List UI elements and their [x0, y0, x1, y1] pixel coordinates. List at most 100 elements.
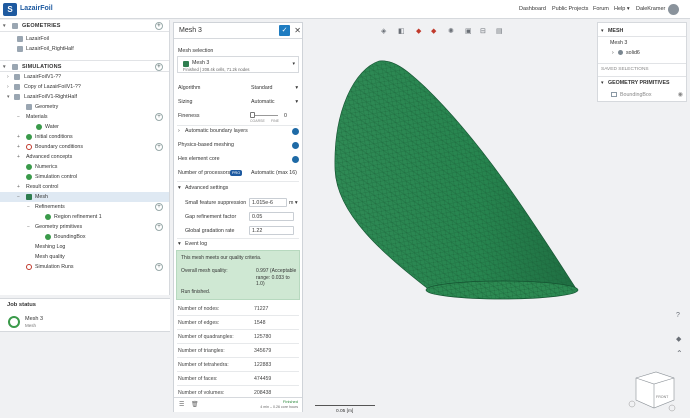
wing-3d-model[interactable] — [315, 55, 585, 305]
algorithm-select[interactable]: Standard — [251, 85, 273, 91]
hex-core-toggle[interactable] — [292, 156, 299, 163]
simulation-icon — [14, 84, 20, 90]
sfs-input[interactable]: 1.015e-6 — [249, 198, 287, 207]
confirm-button[interactable]: ✓ — [279, 25, 290, 36]
advanced-settings-header[interactable]: Advanced settings — [185, 185, 228, 191]
tree-geometry-righthalf[interactable]: LazairFoil_RightHalf — [0, 44, 169, 54]
scale-label: 0.05 [m] — [336, 409, 354, 414]
add-primitive-icon[interactable]: + — [155, 223, 163, 231]
tree-initial-conditions[interactable]: + Initial conditions — [0, 132, 169, 142]
tree-advanced-concepts[interactable]: + Advanced concepts — [0, 152, 169, 162]
tree-boundingbox[interactable]: BoundingBox — [0, 232, 169, 242]
nav-public-projects[interactable]: Public Projects — [552, 6, 588, 12]
unit-select[interactable]: m ▾ — [289, 200, 298, 206]
check-icon — [45, 234, 51, 240]
job-name[interactable]: Mesh 3 — [25, 316, 43, 322]
tree-simulation-control[interactable]: Simulation control — [0, 172, 169, 182]
chevron-down-icon[interactable]: ▾ — [178, 241, 181, 247]
tree-geometry[interactable]: Geometry — [0, 102, 169, 112]
nav-help[interactable]: Help ▾ — [614, 6, 630, 12]
sizing-select[interactable]: Automatic — [251, 99, 275, 105]
tree-region-refinement[interactable]: Region refinement 1 — [0, 212, 169, 222]
chevron-right-icon[interactable]: › — [178, 128, 180, 134]
fineness-value[interactable]: 0 — [284, 113, 287, 119]
add-run-icon[interactable]: + — [155, 263, 163, 271]
mesh-selection-label: Mesh selection — [178, 48, 214, 54]
simulations-header[interactable]: ▾ SIMULATIONS + — [0, 60, 169, 72]
physics-meshing-toggle[interactable] — [292, 142, 299, 149]
geometries-header[interactable]: ▾ GEOMETRIES + — [0, 20, 169, 32]
add-simulation-icon[interactable]: + — [155, 63, 163, 71]
tree-sim-1[interactable]: › LazairFoilV1-?? — [0, 72, 169, 82]
mesh-item[interactable]: Mesh 3 — [610, 40, 627, 46]
settings-icon[interactable]: ▤ — [496, 27, 503, 35]
fineness-label: Fineness — [178, 113, 200, 119]
cube-view-icon[interactable]: ◧ — [398, 27, 405, 35]
project-title[interactable]: LazairFoil — [20, 5, 53, 12]
app-logo-icon[interactable]: S — [3, 3, 17, 16]
gap-label: Gap refinement factor — [185, 214, 237, 220]
processors-select[interactable]: Automatic (max 16) — [251, 170, 297, 176]
slider-handle[interactable] — [250, 112, 255, 118]
collapse-icon[interactable]: ▾ — [3, 20, 6, 32]
solid-icon — [618, 50, 623, 55]
tree-geometry-primitives[interactable]: − Geometry primitives + — [0, 222, 169, 232]
saved-selections-title[interactable]: SAVED SELECTIONS — [601, 67, 649, 72]
solid-item[interactable]: solid6 — [626, 50, 640, 56]
tree-sim-3[interactable]: ▾ LazairFoilV1-RightHalf — [0, 92, 169, 102]
delete-icon[interactable]: 🗑 — [191, 401, 199, 408]
nav-dashboard[interactable]: Dashboard — [519, 6, 546, 12]
orientation-cube[interactable]: FRONT — [622, 368, 682, 413]
chevron-down-icon[interactable]: ▾ — [601, 80, 604, 86]
layers-icon[interactable]: ◆ — [676, 335, 681, 343]
tree-mesh[interactable]: − Mesh — [0, 192, 169, 202]
tree-geometry-lazairfoil[interactable]: LazairFoil — [0, 34, 169, 44]
add-geometry-icon[interactable]: + — [155, 22, 163, 30]
view-mode-icon[interactable]: ◈ — [381, 27, 386, 35]
chevron-down-icon[interactable]: ▾ — [601, 28, 604, 34]
selection-icon[interactable]: ⊟ — [480, 27, 486, 35]
tree-refinements[interactable]: − Refinements + — [0, 202, 169, 212]
chevron-down-icon: ▾ — [292, 61, 295, 67]
mesh-section-title[interactable]: MESH — [608, 28, 623, 34]
add-boundary-icon[interactable]: + — [155, 143, 163, 151]
tree-result-control[interactable]: + Result control — [0, 182, 169, 192]
help-icon[interactable]: ? — [676, 312, 680, 319]
wireframe-icon[interactable]: ✺ — [448, 27, 454, 35]
geometry-primitives-title[interactable]: GEOMETRY PRIMITIVES — [608, 80, 670, 86]
mesh-selector[interactable]: Mesh 3 Finished | 208.4k cells, 71.2k no… — [177, 56, 299, 73]
sizing-label: Sizing — [178, 99, 193, 105]
solid-view-icon[interactable]: ◆ — [416, 27, 421, 35]
tree-meshing-log[interactable]: Meshing Log — [0, 242, 169, 252]
tree-boundary-conditions[interactable]: + Boundary conditions + — [0, 142, 169, 152]
auto-boundary-layers-toggle[interactable] — [292, 128, 299, 135]
event-log-header[interactable]: Event log — [185, 241, 207, 247]
gradation-input[interactable]: 1.22 — [249, 226, 294, 235]
tree-sim-2[interactable]: › Copy of LazairFoilV1-?? — [0, 82, 169, 92]
tree-simulation-runs[interactable]: Simulation Runs + — [0, 262, 169, 272]
tree-numerics[interactable]: Numerics — [0, 162, 169, 172]
nav-forum[interactable]: Forum — [593, 6, 609, 12]
list-icon[interactable]: ☰ — [179, 401, 184, 408]
chevron-down-icon[interactable]: ▾ — [178, 185, 181, 191]
chevron-right-icon[interactable]: › — [612, 50, 614, 56]
surface-view-icon[interactable]: ◆ — [431, 27, 436, 35]
add-material-icon[interactable]: + — [155, 113, 163, 121]
arrow-up-icon[interactable]: ⌃ — [676, 349, 683, 358]
close-icon[interactable]: ✕ — [294, 26, 301, 35]
box-icon — [611, 92, 617, 97]
simulation-icon — [14, 74, 20, 80]
fineness-slider[interactable] — [251, 115, 278, 116]
avatar[interactable] — [668, 4, 679, 15]
nav-user[interactable]: DaleKramer — [636, 6, 665, 12]
section-icon[interactable]: ▣ — [465, 27, 472, 35]
tree-water[interactable]: Water — [0, 122, 169, 132]
tree-mesh-quality[interactable]: Mesh quality — [0, 252, 169, 262]
gap-input[interactable]: 0.05 — [249, 212, 294, 221]
add-refinement-icon[interactable]: + — [155, 203, 163, 211]
tree-materials[interactable]: − Materials + — [0, 112, 169, 122]
job-status-title: Job status — [7, 302, 36, 308]
boundingbox-item[interactable]: BoundingBox — [620, 92, 652, 98]
eye-icon[interactable]: ◉ — [678, 91, 683, 98]
scene-panel: MESH ▾ Mesh 3 › solid6 SAVED SELECTIONS … — [597, 22, 687, 102]
